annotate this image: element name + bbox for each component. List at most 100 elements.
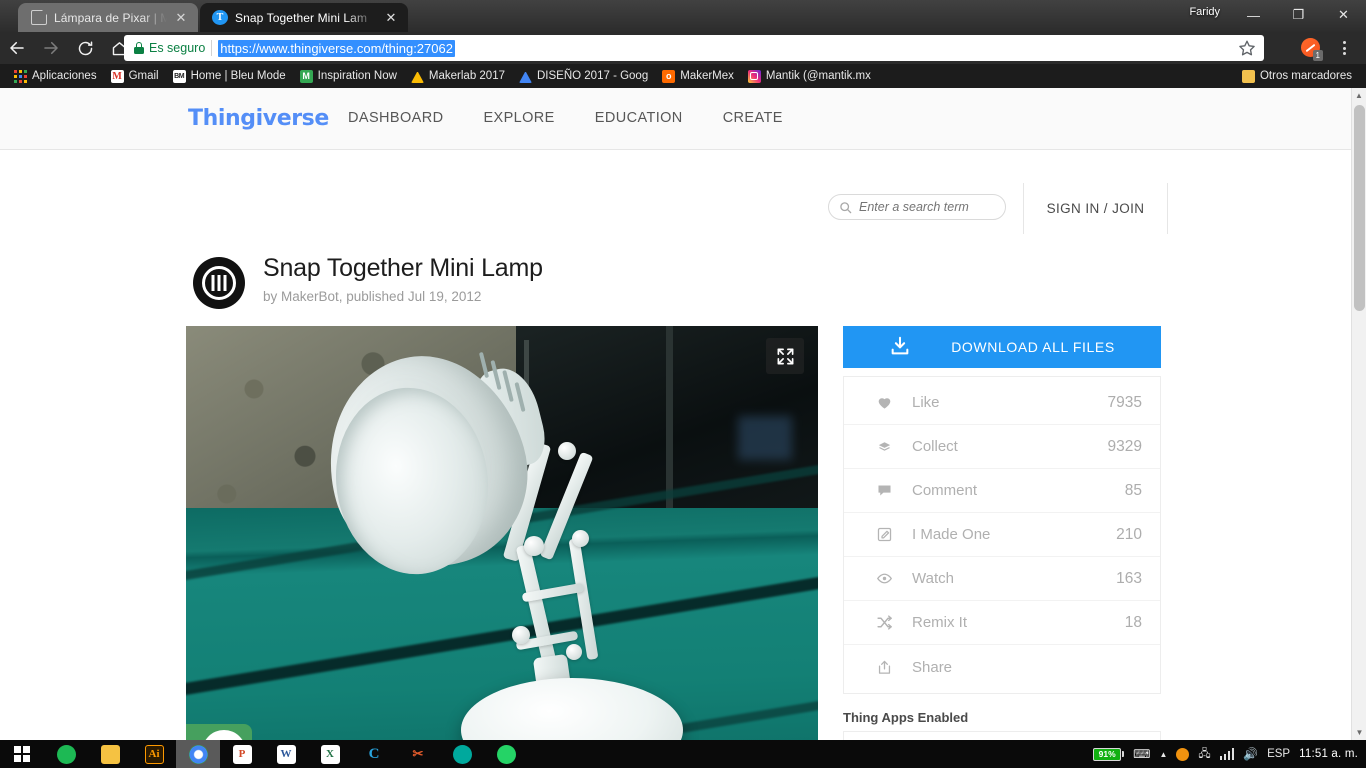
reload-button[interactable] <box>68 32 102 64</box>
stat-label: Comment <box>912 482 977 499</box>
google-drive-icon <box>411 70 424 83</box>
taskbar-item-illustrator[interactable]: Ai <box>132 740 176 768</box>
language-indicator[interactable]: ESP <box>1267 748 1290 760</box>
orange-circle-icon[interactable] <box>1176 748 1189 761</box>
volume-icon[interactable]: 🔊 <box>1243 747 1258 761</box>
collection-icon <box>876 438 902 455</box>
document-icon <box>31 10 47 25</box>
inspiration-icon: M <box>300 70 313 83</box>
stat-row-like[interactable]: Like 7935 <box>844 381 1160 425</box>
taskbar-item-snipping-tool[interactable]: ✂ <box>396 740 440 768</box>
nav-education[interactable]: EDUCATION <box>595 110 683 126</box>
scroll-up-icon[interactable]: ▲ <box>1352 88 1366 103</box>
back-button[interactable] <box>0 32 34 64</box>
thingiverse-logo[interactable]: Thingiverse <box>188 106 329 131</box>
tab-close-icon[interactable]: ✕ <box>174 10 188 26</box>
bookmark-apps[interactable]: Aplicaciones <box>8 68 103 85</box>
browser-tab-1[interactable]: Lámpara de Pixar | Mak ✕ <box>18 3 198 32</box>
network-error-icon[interactable]: 🖧 <box>1198 745 1210 764</box>
stat-value: 18 <box>1125 614 1142 632</box>
tab-close-icon[interactable]: ✕ <box>384 10 398 26</box>
makerbot-avatar[interactable] <box>193 257 245 309</box>
windows-start-icon[interactable] <box>0 740 44 768</box>
site-nav: DASHBOARD EXPLORE EDUCATION CREATE <box>348 110 783 126</box>
stat-label: Collect <box>912 438 958 455</box>
nav-create[interactable]: CREATE <box>723 110 783 126</box>
forward-button[interactable] <box>34 32 68 64</box>
clock[interactable]: 11:51 a. m. <box>1299 748 1358 760</box>
taskbar-item-excel[interactable]: X <box>308 740 352 768</box>
taskbar-item-spotify[interactable] <box>44 740 88 768</box>
chevron-up-icon[interactable]: ▲ <box>1159 750 1167 759</box>
tab-title: Lámpara de Pixar | Mak <box>54 11 167 25</box>
download-all-files-button[interactable]: DOWNLOAD ALL FILES <box>843 326 1161 368</box>
app-row-order-this-printed[interactable]: Order This Printed <box>844 732 1160 740</box>
bookmark-gmail[interactable]: M Gmail <box>105 68 165 85</box>
stat-label: Share <box>912 659 952 676</box>
extension-icon[interactable]: 1 <box>1301 38 1320 57</box>
bookmark-inspiration-now[interactable]: M Inspiration Now <box>294 68 403 85</box>
sign-in-join-button[interactable]: SIGN IN / JOIN <box>1023 183 1168 234</box>
stat-row-share[interactable]: Share <box>844 645 1160 689</box>
scrollbar-thumb[interactable] <box>1354 105 1365 311</box>
url-text[interactable]: https://www.thingiverse.com/thing:27062 <box>218 40 455 57</box>
download-icon <box>889 335 911 360</box>
system-tray: 91% ⌨ ▲ 🖧 🔊 ESP 11:51 a. m. <box>1093 745 1366 764</box>
stat-label: I Made One <box>912 526 990 543</box>
taskbar-item-file-explorer[interactable] <box>88 740 132 768</box>
site-header: Thingiverse DASHBOARD EXPLORE EDUCATION … <box>0 88 1351 150</box>
minimize-button[interactable]: — <box>1231 0 1276 30</box>
profile-name[interactable]: Faridy <box>1183 5 1226 19</box>
thing-main-image[interactable] <box>186 326 818 740</box>
taskbar-item-powerpoint[interactable]: P <box>220 740 264 768</box>
close-button[interactable]: ✕ <box>1321 0 1366 30</box>
search-input[interactable] <box>859 200 995 214</box>
star-icon[interactable] <box>1238 39 1256 57</box>
pencil-square-icon <box>876 526 902 543</box>
stat-row-watch[interactable]: Watch 163 <box>844 557 1160 601</box>
stat-value: 210 <box>1116 526 1142 544</box>
divider <box>211 40 212 56</box>
omnibox-actions <box>1238 39 1258 57</box>
bookmark-mantik[interactable]: Mantik (@mantik.mx <box>742 68 877 85</box>
address-bar[interactable]: Es seguro https://www.thingiverse.com/th… <box>124 35 1264 61</box>
avatar-bars-icon <box>212 275 227 291</box>
stat-row-comment[interactable]: Comment 85 <box>844 469 1160 513</box>
page-title: Snap Together Mini Lamp <box>263 254 543 283</box>
share-icon <box>876 659 902 676</box>
other-bookmarks[interactable]: Otros marcadores <box>1236 68 1358 85</box>
bookmark-label: MakerMex <box>680 70 734 82</box>
bookmark-makerlab-2017[interactable]: Makerlab 2017 <box>405 68 511 85</box>
signal-bars-icon[interactable] <box>1220 748 1235 760</box>
scroll-down-icon[interactable]: ▼ <box>1352 725 1366 740</box>
taskbar-item-teal-app[interactable] <box>440 740 484 768</box>
bookmark-bleu-mode[interactable]: BM Home | Bleu Mode <box>167 68 292 85</box>
bookmark-diseno-2017[interactable]: DISEÑO 2017 - Goog <box>513 68 654 85</box>
browser-tab-2[interactable]: T Snap Together Mini Lam ✕ <box>200 3 408 32</box>
stat-value: 163 <box>1116 570 1142 588</box>
gmail-icon: M <box>111 70 124 83</box>
nav-explore[interactable]: EXPLORE <box>483 110 554 126</box>
maximize-button[interactable]: ❐ <box>1276 0 1321 30</box>
keyboard-icon[interactable]: ⌨ <box>1133 747 1150 761</box>
verified-badge[interactable] <box>186 724 252 740</box>
stat-row-collect[interactable]: Collect 9329 <box>844 425 1160 469</box>
taskbar-item-whatsapp[interactable] <box>484 740 528 768</box>
tab-strip: Lámpara de Pixar | Mak ✕ T Snap Together… <box>0 0 1366 32</box>
battery-icon[interactable]: 91% <box>1093 748 1124 761</box>
chrome-menu-button[interactable] <box>1334 37 1354 59</box>
page-viewport: Thingiverse DASHBOARD EXPLORE EDUCATION … <box>0 88 1366 740</box>
stat-row-remix-it[interactable]: Remix It 18 <box>844 601 1160 645</box>
makermex-icon: o <box>662 70 675 83</box>
google-drive-icon <box>519 70 532 83</box>
search-box[interactable] <box>828 194 1006 220</box>
nav-dashboard[interactable]: DASHBOARD <box>348 110 443 126</box>
taskbar-item-c-app[interactable]: C <box>352 740 396 768</box>
bookmark-label: Mantik (@mantik.mx <box>766 70 871 82</box>
expand-icon[interactable] <box>766 338 804 374</box>
taskbar-item-chrome[interactable] <box>176 740 220 768</box>
stat-row-i-made-one[interactable]: I Made One 210 <box>844 513 1160 557</box>
page-scrollbar[interactable]: ▲ ▼ <box>1351 88 1366 740</box>
taskbar-item-word[interactable]: W <box>264 740 308 768</box>
bookmark-makermex[interactable]: o MakerMex <box>656 68 740 85</box>
